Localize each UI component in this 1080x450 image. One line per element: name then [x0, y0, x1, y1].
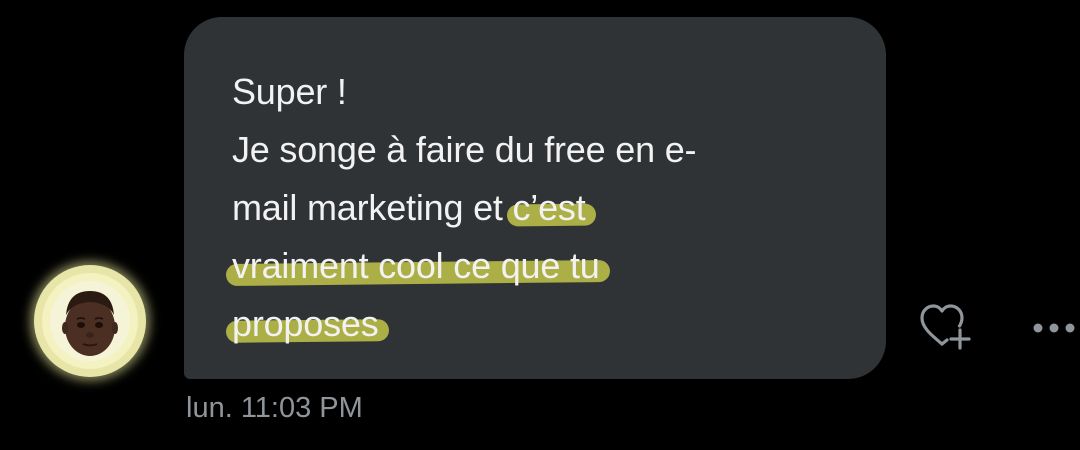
more-horizontal-icon — [1033, 323, 1075, 333]
message-line-5: proposes — [232, 295, 696, 353]
react-button[interactable] — [916, 300, 982, 356]
message-line-4: vraiment cool ce que tu — [232, 237, 696, 295]
highlighted-text: vraiment cool ce que tu — [232, 245, 600, 286]
message-text: Super ! Je songe à faire du free en e- m… — [232, 63, 697, 353]
message-line-3: mail marketing et c’est — [232, 179, 696, 237]
more-options-button[interactable] — [1026, 310, 1080, 346]
highlighted-text: proposes — [232, 303, 379, 344]
message-line-2: Je songe à faire du free en e- — [232, 129, 697, 170]
conversation-view: Super ! Je songe à faire du free en e- m… — [0, 0, 1080, 450]
message-line-3-plain: mail marketing et — [232, 187, 513, 228]
message-line-1: Super ! — [232, 71, 347, 112]
message-bubble[interactable]: Super ! Je songe à faire du free en e- m… — [184, 17, 886, 379]
highlighted-text: c’est — [512, 187, 586, 228]
avatar[interactable] — [34, 265, 146, 377]
message-timestamp: lun. 11:03 PM — [186, 392, 363, 424]
memoji-avatar-icon — [50, 281, 130, 361]
heart-plus-icon — [920, 304, 971, 350]
